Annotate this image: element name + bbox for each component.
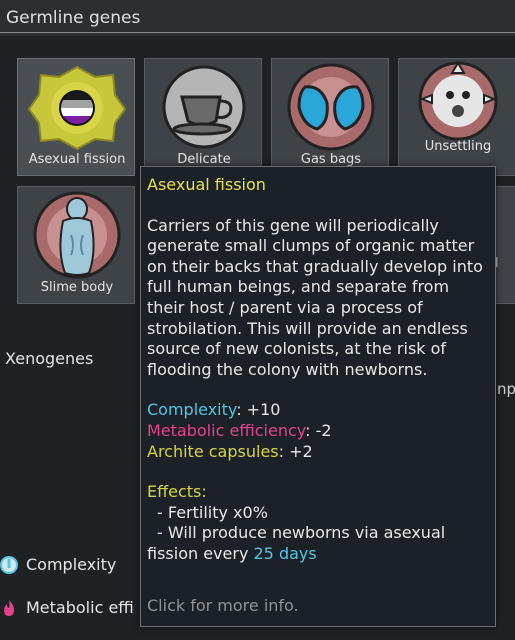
- partial-right-text: npl: [497, 380, 515, 398]
- section-divider: [0, 32, 515, 33]
- stat-label: Metabolic effi: [26, 598, 134, 617]
- tooltip-description: Carriers of this gene will periodically …: [147, 215, 483, 379]
- slime-body-icon: [33, 191, 121, 279]
- gene-label: Delicate: [177, 152, 231, 167]
- gene-label: Unsettling: [424, 139, 492, 154]
- stat-complexity: Complexity: [0, 554, 140, 580]
- section-title: Germline genes: [6, 8, 141, 28]
- tooltip-effect-interval: fission every 25 days: [147, 543, 317, 563]
- gene-label: Asexual fission: [28, 152, 126, 167]
- tooltip-footer: Click for more info.: [147, 596, 299, 615]
- xenogenes-label: Xenogenes: [5, 349, 94, 368]
- tooltip-archite: Archite capsules: +2: [147, 441, 313, 461]
- gas-bags-icon: [287, 63, 375, 151]
- stat-label: Complexity: [26, 555, 117, 574]
- tooltip-title: Asexual fission: [147, 175, 266, 194]
- tooltip-complexity: Complexity: +10: [147, 400, 281, 420]
- asexual-fission-icon: [27, 65, 127, 151]
- gene-label: Gas bags: [300, 152, 362, 167]
- gene-unsettling[interactable]: Unsettling: [398, 58, 515, 176]
- gene-asexual-fission[interactable]: Asexual fission: [17, 58, 135, 176]
- gene-label: Slime body: [40, 280, 114, 295]
- germline-genes-header: Germline genes: [0, 0, 515, 36]
- gene-gas-bags[interactable]: Gas bags: [271, 58, 389, 176]
- unsettling-face-icon: [418, 61, 498, 141]
- metabolic-flame-icon: [4, 600, 14, 616]
- tooltip-effect-newborns: - Will produce newborns via asexual: [157, 523, 446, 543]
- gene-delicate[interactable]: Delicate: [144, 58, 262, 176]
- gene-tooltip: Asexual fission Carriers of this gene wi…: [140, 166, 496, 627]
- tooltip-effects-label: Effects:: [147, 482, 207, 502]
- complexity-icon: [0, 556, 18, 574]
- teacup-icon: [162, 65, 246, 149]
- stat-metabolic: Metabolic effi: [0, 597, 140, 623]
- tooltip-effect-fertility: - Fertility x0%: [157, 502, 268, 522]
- gene-slime-body[interactable]: Slime body: [17, 186, 135, 304]
- tooltip-metabolic: Metabolic efficiency: -2: [147, 420, 332, 440]
